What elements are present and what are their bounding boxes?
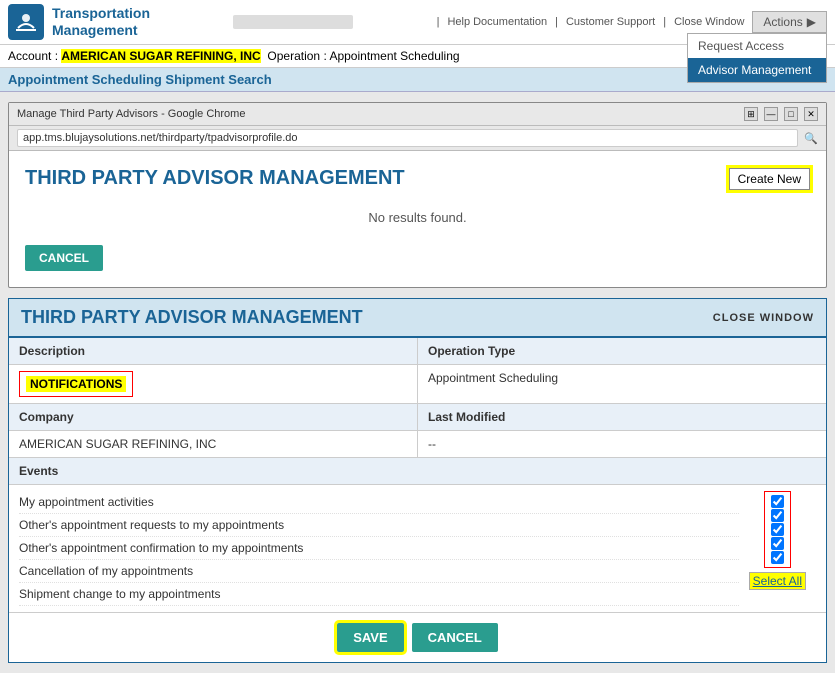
event-row-3: Other's appointment confirmation to my a…	[19, 537, 739, 560]
browser-minimize-btn[interactable]: —	[764, 107, 778, 121]
actions-label: Actions	[763, 15, 802, 29]
checkbox-2[interactable]	[771, 509, 784, 522]
event-row-5: Shipment change to my appointments	[19, 583, 739, 606]
support-link[interactable]: Customer Support	[566, 16, 655, 28]
event-checkbox-3[interactable]	[771, 523, 784, 536]
event-row-1: My appointment activities	[19, 491, 739, 514]
event-label-1: My appointment activities	[19, 495, 154, 509]
operation-name: Appointment Scheduling	[329, 49, 459, 63]
browser-address-bar: app.tms.blujaysolutions.net/thirdparty/t…	[9, 126, 826, 151]
separator: |	[663, 16, 666, 28]
cancel-button-2[interactable]: CANCEL	[412, 623, 498, 652]
actions-menu[interactable]: Actions ▶ Request Access Advisor Managem…	[752, 11, 827, 33]
events-section: My appointment activities Other's appoin…	[9, 485, 826, 612]
actions-dropdown: Request Access Advisor Management	[687, 33, 827, 83]
tpa-form-header: THIRD PARTY ADVISOR MANAGEMENT CLOSE WIN…	[9, 299, 826, 338]
app-branding: Transportation Management	[8, 4, 150, 40]
checkbox-1[interactable]	[771, 495, 784, 508]
browser-window: Manage Third Party Advisors - Google Chr…	[8, 102, 827, 288]
event-label-4: Cancellation of my appointments	[19, 564, 193, 578]
request-access-item[interactable]: Request Access	[688, 34, 826, 58]
event-label-3: Other's appointment confirmation to my a…	[19, 541, 303, 555]
account-label: Account :	[8, 49, 58, 63]
operation-type-label: Operation Type	[418, 338, 826, 364]
app-title: Transportation Management	[52, 5, 150, 39]
form-row-headers-2: Company Last Modified	[9, 404, 826, 431]
description-value: NOTIFICATIONS	[9, 365, 418, 403]
tpa-form-panel: THIRD PARTY ADVISOR MANAGEMENT CLOSE WIN…	[8, 298, 827, 663]
form-row-headers: Description Operation Type	[9, 338, 826, 365]
tpa-heading-1: THIRD PARTY ADVISOR MANAGEMENT Create Ne…	[25, 167, 810, 190]
browser-close-btn[interactable]: ✕	[804, 107, 818, 121]
event-label-5: Shipment change to my appointments	[19, 587, 220, 601]
description-box: NOTIFICATIONS	[19, 371, 133, 397]
checkbox-3[interactable]	[771, 523, 784, 536]
checkbox-4[interactable]	[771, 537, 784, 550]
event-checkbox-2[interactable]	[771, 509, 784, 522]
help-link[interactable]: Help Documentation	[447, 16, 547, 28]
operation-label: Operation :	[264, 49, 327, 63]
browser-maximize-btn[interactable]: □	[784, 107, 798, 121]
actions-button[interactable]: Actions ▶	[752, 11, 827, 33]
event-row-2: Other's appointment requests to my appoi…	[19, 514, 739, 537]
company-value: AMERICAN SUGAR REFINING, INC	[9, 431, 418, 457]
form-row-values-2: AMERICAN SUGAR REFINING, INC --	[9, 431, 826, 458]
chevron-icon: ▶	[807, 15, 816, 29]
separator: |	[437, 16, 440, 28]
operation-type-value: Appointment Scheduling	[418, 365, 826, 403]
company-label: Company	[9, 404, 418, 430]
close-window-button[interactable]: CLOSE WINDOW	[713, 312, 814, 324]
description-label: Description	[9, 338, 418, 364]
cancel-button-1[interactable]: CANCEL	[25, 245, 103, 271]
browser-tab-title: Manage Third Party Advisors - Google Chr…	[17, 108, 736, 120]
search-icon: 🔍	[804, 132, 818, 145]
events-header: Events	[9, 458, 826, 485]
last-modified-label: Last Modified	[418, 404, 826, 430]
close-window-link[interactable]: Close Window	[674, 16, 744, 28]
save-button[interactable]: SAVE	[337, 623, 403, 652]
checkboxes-group	[764, 491, 791, 568]
events-labels: My appointment activities Other's appoin…	[19, 491, 739, 606]
select-all-area[interactable]: Select All	[739, 572, 816, 592]
notifications-value: NOTIFICATIONS	[26, 376, 126, 392]
last-modified-value: --	[418, 431, 826, 457]
event-checkbox-5[interactable]	[771, 551, 784, 564]
browser-chrome: Manage Third Party Advisors - Google Chr…	[9, 103, 826, 126]
event-checkbox-1[interactable]	[771, 495, 784, 508]
app-logo	[8, 4, 44, 40]
select-all-link[interactable]: Select All	[749, 572, 806, 590]
top-bar: Transportation Management | Help Documen…	[0, 0, 835, 45]
checkbox-5[interactable]	[771, 551, 784, 564]
address-bar-url[interactable]: app.tms.blujaysolutions.net/thirdparty/t…	[17, 129, 798, 147]
advisor-management-item[interactable]: Advisor Management	[688, 58, 826, 82]
form-actions: SAVE CANCEL	[9, 612, 826, 662]
create-new-button[interactable]: Create New	[729, 168, 810, 190]
browser-controls[interactable]: ⊞ — □ ✕	[744, 107, 818, 121]
top-nav-links: | Help Documentation | Customer Support …	[437, 11, 827, 33]
events-checkboxes-area: Select All	[739, 491, 816, 606]
event-label-2: Other's appointment requests to my appoi…	[19, 518, 284, 532]
form-row-values-1: NOTIFICATIONS Appointment Scheduling	[9, 365, 826, 404]
browser-body: THIRD PARTY ADVISOR MANAGEMENT Create Ne…	[9, 151, 826, 287]
browser-tile-btn[interactable]: ⊞	[744, 107, 758, 121]
account-name: AMERICAN SUGAR REFINING, INC	[61, 49, 260, 63]
no-results-message: No results found.	[25, 210, 810, 225]
event-row-4: Cancellation of my appointments	[19, 560, 739, 583]
tpa-form-title: THIRD PARTY ADVISOR MANAGEMENT	[21, 307, 363, 328]
event-checkbox-4[interactable]	[771, 537, 784, 550]
separator: |	[555, 16, 558, 28]
tpa-form-section: Description Operation Type NOTIFICATIONS…	[9, 338, 826, 612]
